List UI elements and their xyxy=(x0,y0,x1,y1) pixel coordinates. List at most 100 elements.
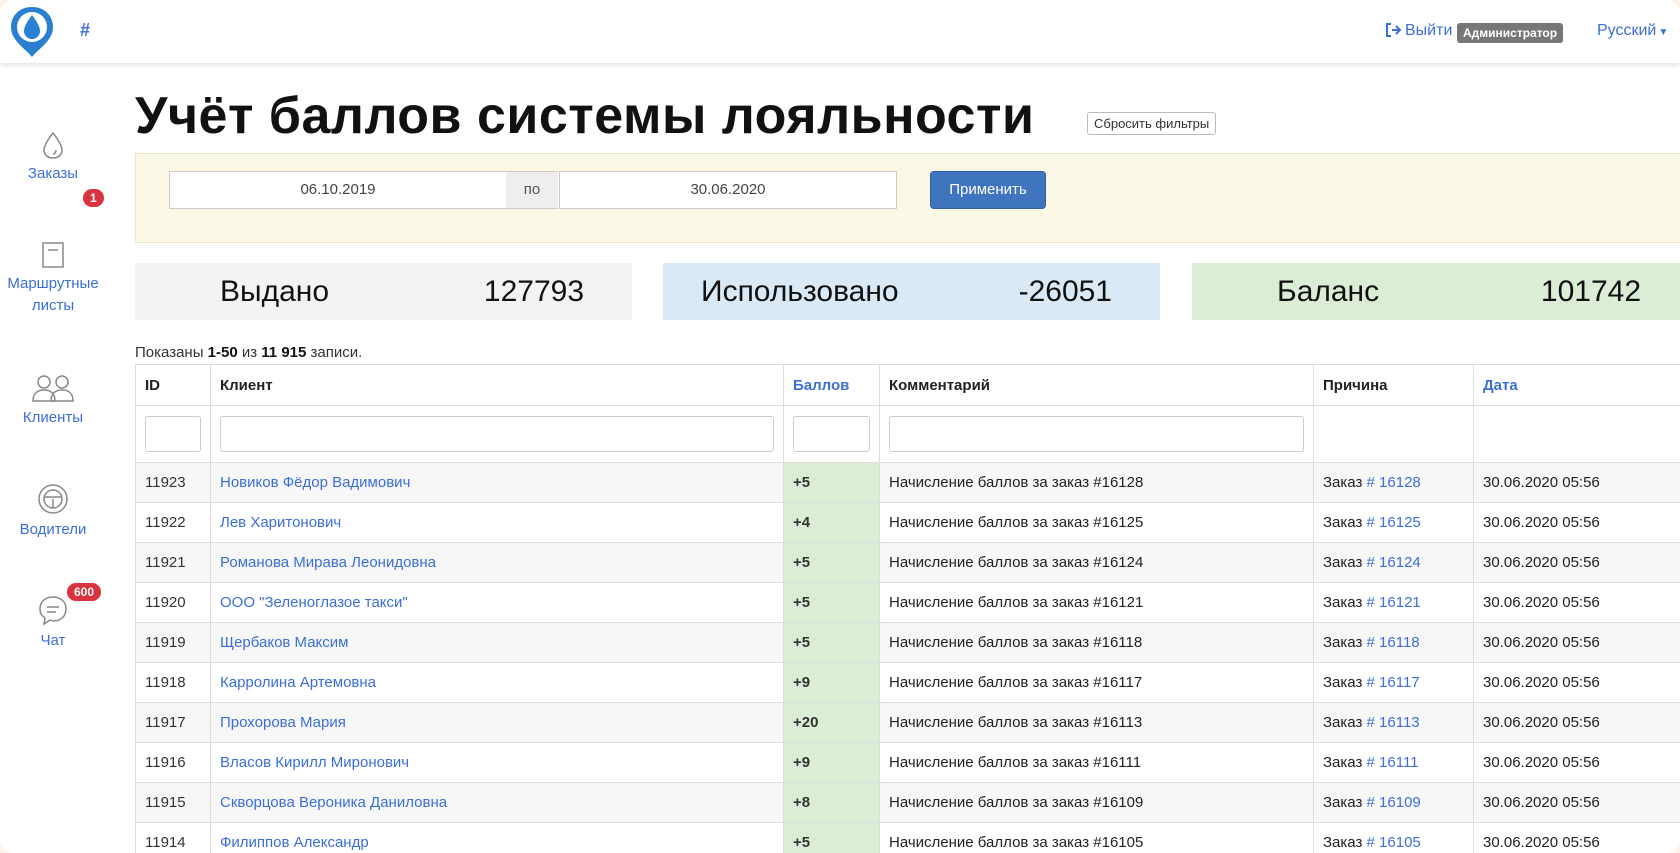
summary-prefix: Показаны xyxy=(135,344,204,361)
row-client-cell: Новиков Фёдор Вадимович xyxy=(210,462,784,503)
reason-label: Заказ xyxy=(1323,634,1363,651)
row-id: 11915 xyxy=(135,782,211,823)
table-row: 11923 Новиков Фёдор Вадимович +5 Начисление… xyxy=(135,462,1680,503)
caret-down-icon: ▼ xyxy=(1658,27,1669,38)
issued-label: Выдано xyxy=(220,275,330,308)
table-row: 11916 Власов Кирилл Миронович +9 Начисление… xyxy=(135,742,1680,783)
client-link[interactable]: Прохорова Мария xyxy=(220,714,346,731)
row-id: 11920 xyxy=(135,582,211,623)
row-reason-cell: Заказ # 16128 xyxy=(1313,462,1474,503)
row-date: 30.06.2020 05:56 xyxy=(1473,782,1680,823)
home-link[interactable]: # xyxy=(80,20,90,41)
sidebar: Заказы 1 Маршрутные листы Клиенты Водите… xyxy=(0,63,110,853)
logo-icon[interactable] xyxy=(8,5,56,59)
order-link[interactable]: # 16118 xyxy=(1367,634,1420,651)
orders-count-badge: 1 xyxy=(83,189,104,207)
reason-label: Заказ xyxy=(1323,594,1363,611)
order-link[interactable]: # 16128 xyxy=(1367,474,1421,491)
top-navbar: # Выйти Администратор Русский ▼ xyxy=(0,0,1680,63)
comment-filter-input[interactable] xyxy=(889,416,1304,452)
sidebar-item-label: Маршрутные листы xyxy=(7,275,99,314)
reason-filter-cell xyxy=(1313,405,1474,463)
balance-stat: Баланс 101742 xyxy=(1192,263,1680,320)
table-row: 11919 Щербаков Максим +5 Начисление баллов … xyxy=(135,622,1680,663)
reason-label: Заказ xyxy=(1323,794,1363,811)
table-header-row: ID Клиент Баллов Комментарий Причина Дат… xyxy=(135,364,1680,406)
column-header-client: Клиент xyxy=(210,364,784,406)
row-reason-cell: Заказ # 16113 xyxy=(1313,702,1474,743)
points-filter-input[interactable] xyxy=(793,416,870,452)
language-dropdown[interactable]: Русский ▼ xyxy=(1597,22,1668,40)
row-comment: Начисление баллов за заказ #16124 xyxy=(879,542,1314,583)
table-row: 11922 Лев Харитонович +4 Начисление баллов … xyxy=(135,502,1680,543)
row-id: 11922 xyxy=(135,502,211,543)
client-link[interactable]: Романова Мирава Леонидовна xyxy=(220,554,436,571)
summary-suffix: записи. xyxy=(310,344,363,361)
sidebar-item-label: Клиенты xyxy=(22,409,84,426)
row-points: +5 xyxy=(783,822,880,853)
row-comment: Начисление баллов за заказ #16105 xyxy=(879,822,1314,853)
client-link[interactable]: Скворцова Вероника Даниловна xyxy=(220,794,447,811)
client-link[interactable]: ООО "Зеленоглазое такси" xyxy=(220,594,408,611)
row-date: 30.06.2020 05:56 xyxy=(1473,502,1680,543)
row-points: +8 xyxy=(783,782,880,823)
sidebar-item-orders[interactable]: Заказы 1 xyxy=(0,131,106,207)
client-filter-input[interactable] xyxy=(220,416,774,452)
client-link[interactable]: Щербаков Максим xyxy=(220,634,348,651)
date-filter-cell xyxy=(1473,405,1680,463)
client-link[interactable]: Филиппов Александр xyxy=(220,834,369,851)
id-filter-input[interactable] xyxy=(145,416,201,452)
issued-stat: Выдано 127793 xyxy=(135,263,632,320)
order-link[interactable]: # 16113 xyxy=(1367,714,1420,731)
row-points: +5 xyxy=(783,622,880,663)
column-header-date[interactable]: Дата xyxy=(1473,364,1680,406)
order-link[interactable]: # 16117 xyxy=(1367,674,1420,691)
row-comment: Начисление баллов за заказ #16121 xyxy=(879,582,1314,623)
order-link[interactable]: # 16125 xyxy=(1367,514,1421,531)
row-points: +20 xyxy=(783,702,880,743)
row-id: 11918 xyxy=(135,662,211,703)
order-link[interactable]: # 16124 xyxy=(1367,554,1421,571)
table-row: 11915 Скворцова Вероника Даниловна +8 Начис… xyxy=(135,782,1680,823)
row-points: +5 xyxy=(783,462,880,503)
client-link[interactable]: Власов Кирилл Миронович xyxy=(220,754,409,771)
date-to-input[interactable]: 30.06.2020 xyxy=(559,171,897,209)
chat-icon xyxy=(39,596,67,626)
client-link[interactable]: Карролина Артемовна xyxy=(220,674,376,691)
sidebar-item-clients[interactable]: Клиенты xyxy=(0,373,106,429)
row-reason-cell: Заказ # 16124 xyxy=(1313,542,1474,583)
table-row: 11920 ООО "Зеленоглазое такси" +5 Начислени… xyxy=(135,582,1680,623)
row-id: 11923 xyxy=(135,462,211,503)
order-link[interactable]: # 16121 xyxy=(1367,594,1421,611)
reason-label: Заказ xyxy=(1323,834,1363,851)
row-client-cell: Карролина Артемовна xyxy=(210,662,784,703)
row-client-cell: Лев Харитонович xyxy=(210,502,784,543)
order-link[interactable]: # 16109 xyxy=(1367,794,1421,811)
row-client-cell: Романова Мирава Леонидовна xyxy=(210,542,784,583)
row-comment: Начисление баллов за заказ #16113 xyxy=(879,702,1314,743)
column-header-points[interactable]: Баллов xyxy=(783,364,880,406)
apply-button[interactable]: Применить xyxy=(930,171,1046,209)
row-points: +4 xyxy=(783,502,880,543)
row-comment: Начисление баллов за заказ #16118 xyxy=(879,622,1314,663)
logout-link[interactable]: Выйти xyxy=(1385,22,1452,40)
column-header-reason: Причина xyxy=(1313,364,1474,406)
row-id: 11916 xyxy=(135,742,211,783)
date-from-input[interactable]: 06.10.2019 xyxy=(169,171,507,209)
row-date: 30.06.2020 05:56 xyxy=(1473,742,1680,783)
row-points: +9 xyxy=(783,742,880,783)
order-link[interactable]: # 16111 xyxy=(1367,754,1419,771)
steering-wheel-icon xyxy=(38,484,68,514)
reset-filters-button[interactable]: Сбросить фильтры xyxy=(1087,112,1217,135)
client-link[interactable]: Новиков Фёдор Вадимович xyxy=(220,474,410,491)
reason-label: Заказ xyxy=(1323,514,1363,531)
order-link[interactable]: # 16105 xyxy=(1367,834,1421,851)
sidebar-item-chat[interactable]: Чат 600 xyxy=(0,583,106,652)
column-header-id: ID xyxy=(135,364,211,406)
date-range-separator: по xyxy=(506,171,558,209)
balance-value: 101742 xyxy=(1540,275,1641,308)
table-filter-row xyxy=(135,405,1680,463)
sidebar-item-drivers[interactable]: Водители xyxy=(0,483,106,541)
sidebar-item-route-sheets[interactable]: Маршрутные листы xyxy=(0,241,106,317)
client-link[interactable]: Лев Харитонович xyxy=(220,514,341,531)
